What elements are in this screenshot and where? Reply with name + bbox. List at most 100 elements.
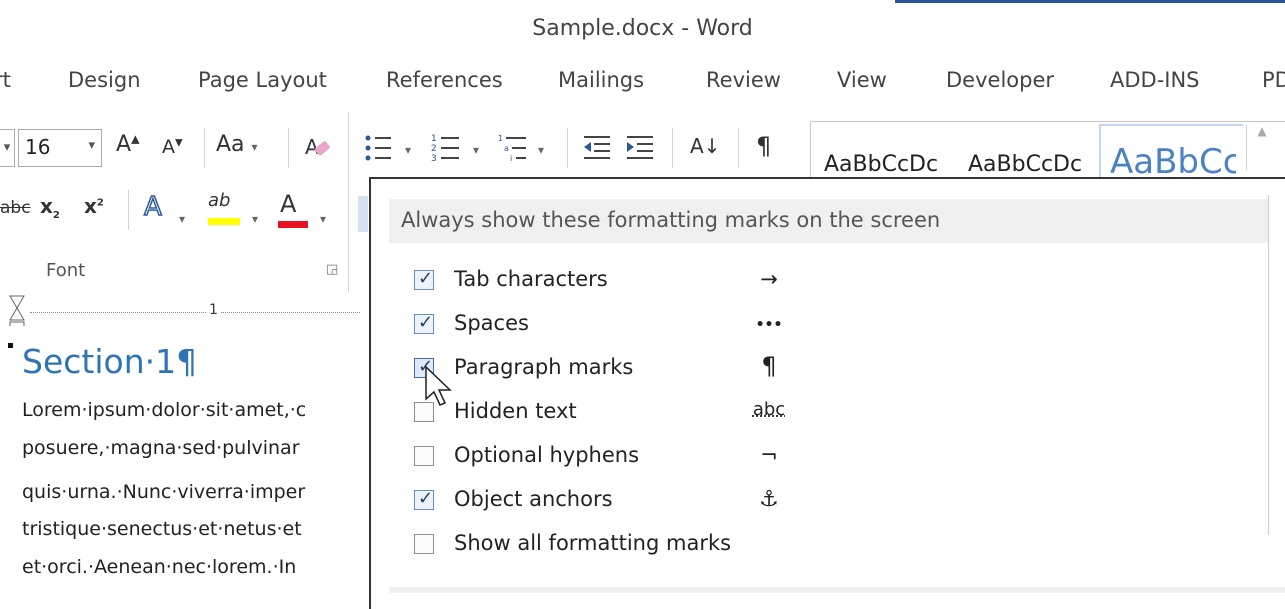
separator <box>672 128 673 168</box>
pilcrow-icon: ¶ <box>761 352 777 380</box>
group-separator <box>348 112 349 292</box>
ruler-number: 1 <box>206 302 221 318</box>
ruler-ticks <box>30 312 360 314</box>
tab-mailings[interactable]: Mailings <box>558 68 644 92</box>
superscript-label: x <box>84 194 97 218</box>
option-tab-characters[interactable]: ✓ Tab characters → <box>414 267 834 297</box>
body-line[interactable]: et·orci.·Aenean·nec·lorem.·In <box>22 556 296 578</box>
style-normal[interactable]: AaBbCcDc <box>824 152 938 177</box>
body-line[interactable]: tristique·senectus·et·netus·et <box>22 518 302 540</box>
highlight-button[interactable]: ab <box>208 190 240 225</box>
bullets-button[interactable]: ▾ <box>363 130 421 172</box>
svg-text:1: 1 <box>498 134 503 143</box>
font-color-icon: A <box>280 190 297 218</box>
accent-line <box>895 0 1285 3</box>
clear-formatting-button[interactable]: A <box>303 132 333 168</box>
sort-icon: A↓ <box>690 134 721 158</box>
tab-pdf[interactable]: PD <box>1262 68 1285 92</box>
multilevel-list-button[interactable]: 1 a i ▾ <box>498 130 556 172</box>
font-size-combo[interactable]: 16 ▾ <box>18 129 102 167</box>
font-name-dropdown[interactable]: ▾ <box>0 129 15 167</box>
increase-indent-icon <box>627 136 653 159</box>
body-line[interactable]: posuere,·magna·sed·pulvinar <box>22 437 300 459</box>
not-sign-icon: ¬ <box>760 443 778 467</box>
heading-marker <box>8 343 13 348</box>
highlight-dropdown[interactable]: ▾ <box>252 204 258 229</box>
svg-text:▾: ▾ <box>538 143 544 157</box>
change-case-button[interactable]: Aa ▾ <box>216 132 258 157</box>
option-paragraph-marks[interactable]: ✓ Paragraph marks ¶ <box>414 352 834 385</box>
window-title: Sample.docx - Word <box>532 16 753 41</box>
object-anchors-checkbox[interactable]: ✓ <box>414 488 434 510</box>
shrink-font-button[interactable]: A▼ <box>162 136 183 158</box>
svg-text:▾: ▾ <box>405 143 411 157</box>
separator <box>204 128 205 168</box>
decrease-indent-icon <box>584 136 610 159</box>
body-line[interactable]: quis·urna.·Nunc·viverra·imper <box>22 481 305 503</box>
option-label: Hidden text <box>454 399 577 423</box>
option-hidden-text[interactable]: Hidden text abc <box>414 399 834 429</box>
tab-insert[interactable]: rt <box>0 68 11 92</box>
spaces-checkbox[interactable]: ✓ <box>414 312 434 334</box>
tab-design[interactable]: Design <box>68 68 141 92</box>
align-left-button[interactable] <box>358 196 368 232</box>
pilcrow-icon: ¶ <box>756 132 772 160</box>
grow-font-label: A <box>116 132 132 157</box>
text-effects-icon: A <box>143 191 162 223</box>
separator <box>288 128 289 168</box>
chevron-down-icon: ▾ <box>88 138 95 153</box>
text-effects-button[interactable]: A <box>143 191 162 223</box>
tab-add-ins[interactable]: ADD-INS <box>1110 68 1200 92</box>
dots-icon: ••• <box>755 317 783 333</box>
strikethrough-button[interactable]: abc <box>0 198 31 218</box>
style-heading1-label: AaBbCc <box>1110 142 1242 182</box>
check-icon: ✓ <box>418 488 434 509</box>
decrease-indent-button[interactable] <box>582 132 612 168</box>
svg-text:2: 2 <box>431 144 437 154</box>
superscript-button[interactable]: x2 <box>84 194 104 218</box>
svg-text:1: 1 <box>431 134 437 144</box>
check-icon: ✓ <box>418 312 434 333</box>
separator <box>738 128 739 168</box>
tab-view[interactable]: View <box>837 68 887 92</box>
font-color-swatch <box>278 221 308 228</box>
option-optional-hyphens[interactable]: Optional hyphens ¬ <box>414 443 834 473</box>
font-color-dropdown[interactable]: ▾ <box>320 204 326 229</box>
mouse-pointer-icon <box>425 365 452 406</box>
subscript-button[interactable]: x2 <box>40 194 60 221</box>
change-case-label: Aa <box>216 132 245 157</box>
numbering-button[interactable]: 1 2 3 ▾ <box>431 130 489 172</box>
gallery-scroll-up-icon[interactable]: ▲ <box>1246 124 1277 170</box>
style-no-spacing[interactable]: AaBbCcDc <box>968 152 1082 177</box>
font-size-value: 16 <box>25 135 51 159</box>
show-all-checkbox[interactable] <box>414 534 434 554</box>
tab-page-layout[interactable]: Page Layout <box>198 68 327 92</box>
option-label: Object anchors <box>454 487 613 511</box>
sort-button[interactable]: A↓ <box>690 134 720 158</box>
anchor-icon: ⚓ <box>759 487 779 512</box>
optional-hyphens-checkbox[interactable] <box>414 446 434 466</box>
font-color-button[interactable]: A <box>278 190 308 228</box>
tab-references[interactable]: References <box>386 68 503 92</box>
arrow-right-icon: → <box>760 267 778 291</box>
subscript-label: x <box>40 194 53 218</box>
separator <box>567 128 568 168</box>
option-show-all[interactable]: Show all formatting marks <box>414 531 834 561</box>
document-heading[interactable]: Section·1¶ <box>22 342 197 381</box>
option-label: Show all formatting marks <box>454 531 732 555</box>
tab-characters-checkbox[interactable]: ✓ <box>414 268 434 290</box>
text-effects-dropdown[interactable]: ▾ <box>179 204 185 229</box>
body-line[interactable]: Lorem·ipsum·dolor·sit·amet,·c <box>22 399 306 421</box>
show-hide-button[interactable]: ¶ <box>756 132 771 160</box>
option-object-anchors[interactable]: ✓ Object anchors ⚓ <box>414 487 834 517</box>
numbered-list-icon: 1 2 3 ▾ <box>431 134 479 164</box>
tab-review[interactable]: Review <box>706 68 781 92</box>
option-spaces[interactable]: ✓ Spaces ••• <box>414 311 834 341</box>
multilevel-list-icon: 1 a i ▾ <box>498 134 544 163</box>
increase-indent-button[interactable] <box>625 132 655 168</box>
tab-developer[interactable]: Developer <box>946 68 1054 92</box>
font-dialog-launcher-icon[interactable]: ◲ <box>326 262 338 277</box>
svg-text:A: A <box>305 135 319 159</box>
grow-font-button[interactable]: A▲ <box>116 132 140 157</box>
option-label: Optional hyphens <box>454 443 640 467</box>
